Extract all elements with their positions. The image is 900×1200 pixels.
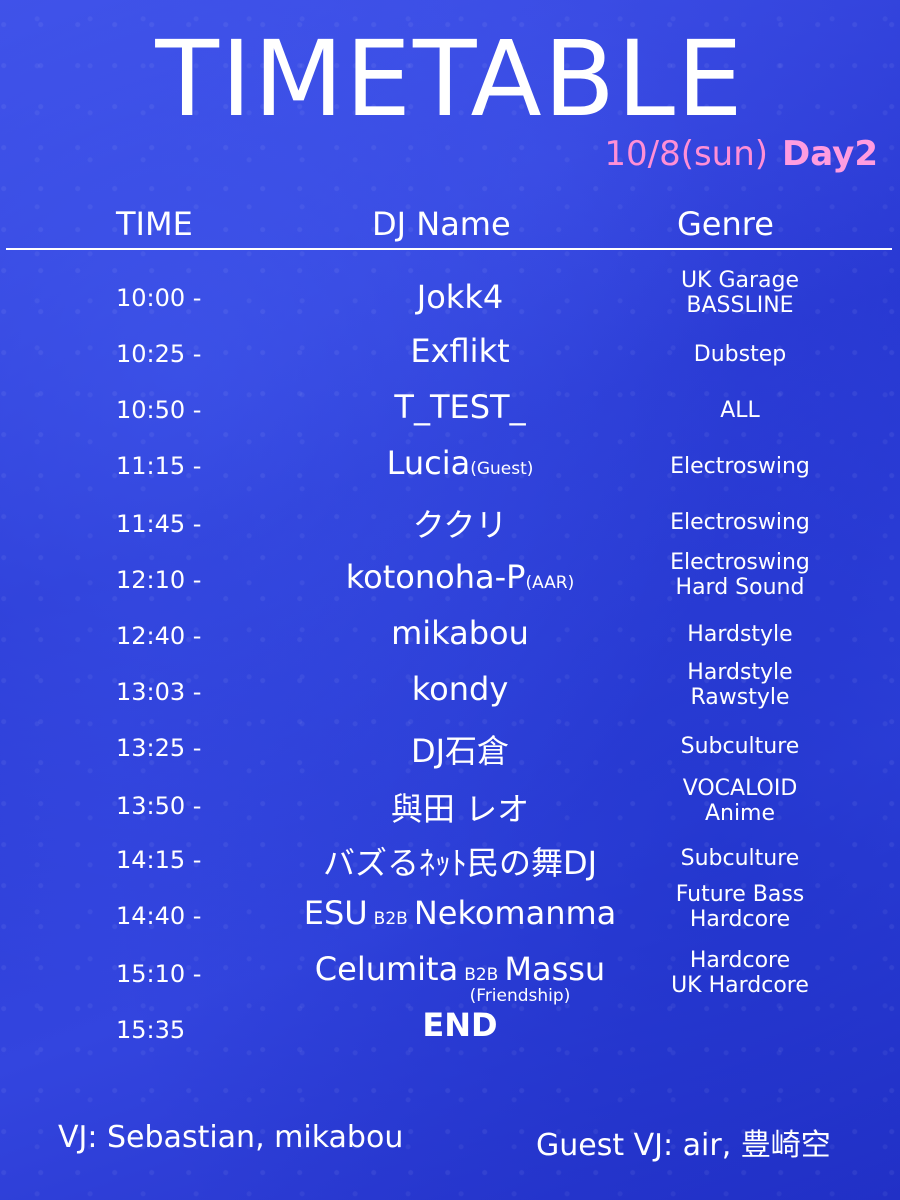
header-divider — [6, 248, 892, 250]
genre-cell: UK Garage BASSLINE — [610, 268, 870, 318]
dj-name-b: Massu — [504, 950, 606, 988]
genre-line: Electroswing — [670, 510, 810, 535]
time-cell: 11:45 - — [116, 510, 202, 538]
dj-name: T_TEST_ — [394, 388, 526, 426]
dj-name-b: Nekomanma — [413, 894, 617, 932]
genre-line: Hardstyle — [687, 660, 793, 685]
genre-line: ALL — [720, 398, 760, 423]
time-cell: 15:10 - — [116, 960, 202, 988]
dj-name-cell: ESU B2B Nekomanma — [250, 894, 670, 932]
dj-note: (Guest) — [470, 459, 534, 479]
genre-line: VOCALOID — [682, 776, 798, 801]
dj-note: (AAR) — [525, 573, 575, 593]
day-label: Day2 — [782, 134, 878, 174]
b2b-label: B2B — [464, 965, 499, 985]
genre-line: Subculture — [680, 734, 800, 759]
event-date: 10/8(sun) Day2 — [604, 134, 878, 174]
dj-name: mikabou — [391, 614, 529, 652]
dj-name-cell: Lucia(Guest) — [250, 444, 670, 482]
genre-line: Hardstyle — [687, 622, 793, 647]
dj-name-cell: kotonoha-P(AAR) — [250, 558, 670, 596]
date-text: 10/8(sun) — [604, 134, 769, 174]
genre-line: Electroswing — [670, 454, 810, 479]
dj-name: Celumita — [314, 950, 459, 988]
timetable-poster: TIMETABLE 10/8(sun) Day2 TIME DJ Name Gen… — [0, 0, 900, 1200]
page-title: TIMETABLE — [155, 18, 745, 140]
genre-line: BASSLINE — [686, 293, 794, 318]
dj-name-cell: DJ石倉 — [250, 726, 670, 772]
dj-name-cell: バズるﾈｯﾄ民の舞DJ — [250, 838, 670, 884]
time-cell: 14:15 - — [116, 846, 202, 874]
genre-line: Electroswing — [670, 550, 810, 575]
dj-name-cell: mikabou — [250, 614, 670, 652]
header-dj-name: DJ Name — [372, 205, 511, 243]
genre-line: Hardcore — [689, 948, 791, 973]
end-time: 15:35 — [116, 1016, 186, 1044]
genre-line: Anime — [704, 801, 776, 826]
b2b-label: B2B — [373, 909, 408, 929]
time-cell: 10:00 - — [116, 284, 202, 312]
time-cell: 11:15 - — [116, 452, 202, 480]
genre-cell: Dubstep — [610, 342, 870, 367]
dj-name: Exflikt — [410, 332, 510, 370]
dj-name: Jokk4 — [416, 278, 504, 316]
genre-line: Rawstyle — [690, 685, 790, 710]
dj-name: Lucia — [386, 444, 471, 482]
table-header: TIME DJ Name Genre — [0, 205, 900, 249]
genre-line: Hard Sound — [675, 575, 805, 600]
time-cell: 12:40 - — [116, 622, 202, 650]
dj-name: 與田 レオ — [390, 790, 530, 828]
genre-cell: Hardcore UK Hardcore — [610, 948, 870, 998]
genre-cell: Electroswing Hard Sound — [610, 550, 870, 600]
time-cell: 10:50 - — [116, 396, 202, 424]
genre-cell: Hardstyle — [610, 622, 870, 647]
genre-cell: ALL — [610, 398, 870, 423]
dj-name: kotonoha-P — [345, 558, 526, 596]
guest-vj-credit: Guest VJ: air, 豊崎空 — [536, 1128, 831, 1163]
dj-sub-note: (Friendship) — [469, 986, 571, 1006]
header-genre: Genre — [677, 205, 774, 243]
dj-name-cell: T_TEST_ — [250, 388, 670, 426]
genre-cell: VOCALOID Anime — [610, 776, 870, 826]
dj-name-cell: 與田 レオ — [250, 784, 670, 830]
end-label: END — [422, 1006, 498, 1044]
genre-cell: Future Bass Hardcore — [610, 882, 870, 932]
dj-name-cell: Celumita B2B Massu (Friendship) — [250, 950, 670, 1006]
time-cell: 13:25 - — [116, 734, 202, 762]
genre-line: UK Garage — [680, 268, 800, 293]
dj-name-cell: kondy — [250, 670, 670, 708]
vj-credit: VJ: Sebastian, mikabou — [58, 1120, 404, 1155]
genre-line: Hardcore — [689, 907, 791, 932]
genre-cell: Subculture — [610, 734, 870, 759]
dj-name: kondy — [411, 670, 509, 708]
dj-name-cell: Exflikt — [250, 332, 670, 370]
genre-cell: Subculture — [610, 846, 870, 871]
time-cell: 12:10 - — [116, 566, 202, 594]
dj-name-cell: Jokk4 — [250, 278, 670, 316]
genre-line: Dubstep — [693, 342, 787, 367]
genre-line: Subculture — [680, 846, 800, 871]
time-cell: 13:03 - — [116, 678, 202, 706]
genre-cell: Electroswing — [610, 510, 870, 535]
dj-name: ESU — [303, 894, 368, 932]
genre-cell: Hardstyle Rawstyle — [610, 660, 870, 710]
time-cell: 14:40 - — [116, 902, 202, 930]
dj-name: ククリ — [412, 506, 508, 544]
time-cell: 13:50 - — [116, 792, 202, 820]
dj-name: DJ石倉 — [410, 732, 510, 770]
genre-cell: Electroswing — [610, 454, 870, 479]
header-time: TIME — [116, 205, 193, 243]
time-cell: 10:25 - — [116, 340, 202, 368]
footer: VJ: Sebastian, mikabou Guest VJ: air, 豊崎… — [0, 1120, 900, 1164]
dj-name: バズるﾈｯﾄ民の舞DJ — [322, 844, 598, 882]
dj-name-cell: ククリ — [250, 500, 670, 546]
genre-line: UK Hardcore — [671, 973, 809, 998]
genre-line: Future Bass — [675, 882, 805, 907]
